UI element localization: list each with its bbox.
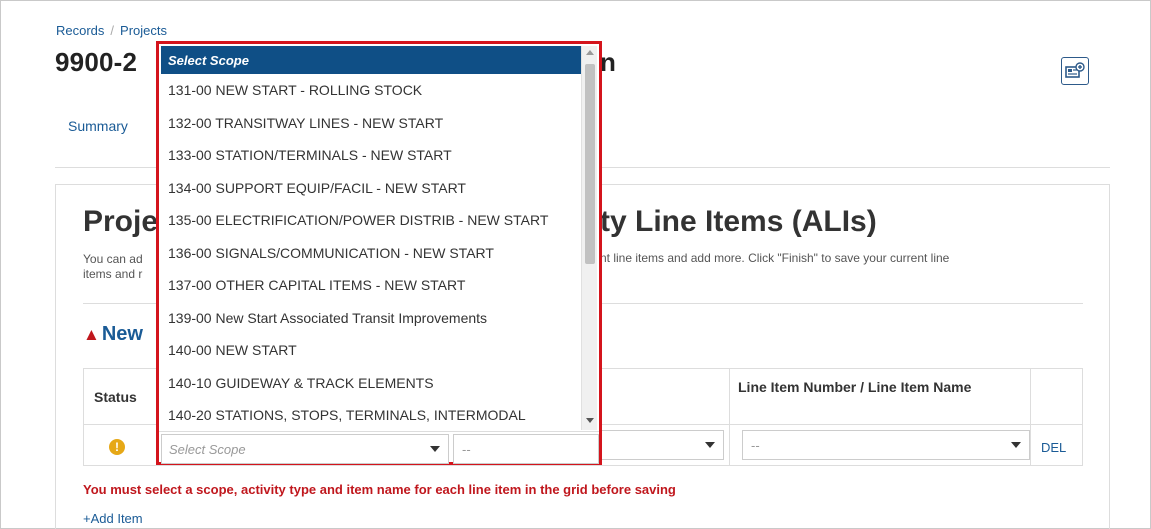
new-items-heading: ▲ New (83, 323, 143, 346)
scope-dropdown-highlight: Select Scope 131-00 NEW START - ROLLING … (156, 41, 602, 465)
scope-option[interactable]: 140-20 STATIONS, STOPS, TERMINALS, INTER… (161, 399, 582, 430)
activity-type-select-partial[interactable]: -- (453, 434, 599, 464)
grid-column-divider (729, 369, 730, 465)
scope-option[interactable]: 136-00 SIGNALS/COMMUNICATION - NEW START (161, 237, 582, 270)
scope-option[interactable]: 135-00 ELECTRIFICATION/POWER DISTRIB - N… (161, 204, 582, 237)
dropdown-scrollbar[interactable] (581, 46, 597, 430)
page-title-tail: n (600, 47, 616, 77)
line-item-value: -- (751, 437, 760, 453)
delete-row-link[interactable]: DEL (1041, 440, 1066, 455)
scope-dropdown-list[interactable]: Select Scope 131-00 NEW START - ROLLING … (161, 46, 582, 430)
page-title: 9900-2 (55, 47, 138, 77)
scope-select[interactable]: Select Scope (161, 434, 449, 464)
line-item-select[interactable]: -- (742, 430, 1030, 460)
activity-type-partial-value: -- (462, 441, 471, 457)
breadcrumb-records-link[interactable]: Records (56, 23, 104, 38)
chevron-down-icon (430, 446, 440, 452)
breadcrumb-projects-link[interactable]: Projects (120, 23, 167, 38)
scope-option[interactable]: 133-00 STATION/TERMINALS - NEW START (161, 139, 582, 172)
section-description-tail: nt line items and add more. Click "Finis… (600, 251, 950, 265)
chevron-down-icon (1011, 442, 1021, 448)
scope-option[interactable]: 131-00 NEW START - ROLLING STOCK (161, 74, 582, 107)
chevron-down-icon (705, 442, 715, 448)
grid-column-divider (1030, 369, 1031, 465)
tab-summary[interactable]: Summary (68, 118, 128, 134)
scope-option[interactable]: 132-00 TRANSITWAY LINES - NEW START (161, 107, 582, 140)
warning-circle-icon: ! (109, 439, 125, 455)
warning-triangle-icon: ▲ (83, 324, 100, 344)
add-item-link[interactable]: +Add Item (83, 511, 143, 526)
section-description-line2: items and r (83, 267, 143, 281)
section-description-line1: You can ad (83, 252, 143, 266)
scope-option-selected[interactable]: Select Scope (161, 46, 582, 74)
scroll-up-arrow-icon[interactable] (586, 50, 594, 55)
scrollbar-thumb[interactable] (585, 64, 595, 264)
scroll-down-arrow-icon[interactable] (586, 418, 594, 423)
export-button[interactable] (1061, 57, 1089, 85)
scope-select-placeholder: Select Scope (169, 441, 246, 457)
export-document-icon (1065, 62, 1085, 78)
validation-error-message: You must select a scope, activity type a… (83, 482, 676, 497)
column-header-status: Status (94, 389, 137, 405)
scope-option[interactable]: 140-10 GUIDEWAY & TRACK ELEMENTS (161, 367, 582, 400)
scope-option[interactable]: 139-00 New Start Associated Transit Impr… (161, 302, 582, 335)
column-header-line-item: Line Item Number / Line Item Name (738, 379, 972, 395)
section-title-tail: ty Line Items (ALIs) (600, 205, 877, 238)
breadcrumb-separator: / (110, 23, 115, 38)
scope-option[interactable]: 137-00 OTHER CAPITAL ITEMS - NEW START (161, 269, 582, 302)
dropdown-footer-row: Select Scope -- (159, 431, 599, 465)
section-title: Proje (83, 205, 159, 238)
new-items-heading-label: New (101, 323, 143, 345)
scope-option[interactable]: 134-00 SUPPORT EQUIP/FACIL - NEW START (161, 172, 582, 205)
breadcrumb: Records / Projects (56, 23, 167, 38)
scope-option[interactable]: 140-00 NEW START (161, 334, 582, 367)
